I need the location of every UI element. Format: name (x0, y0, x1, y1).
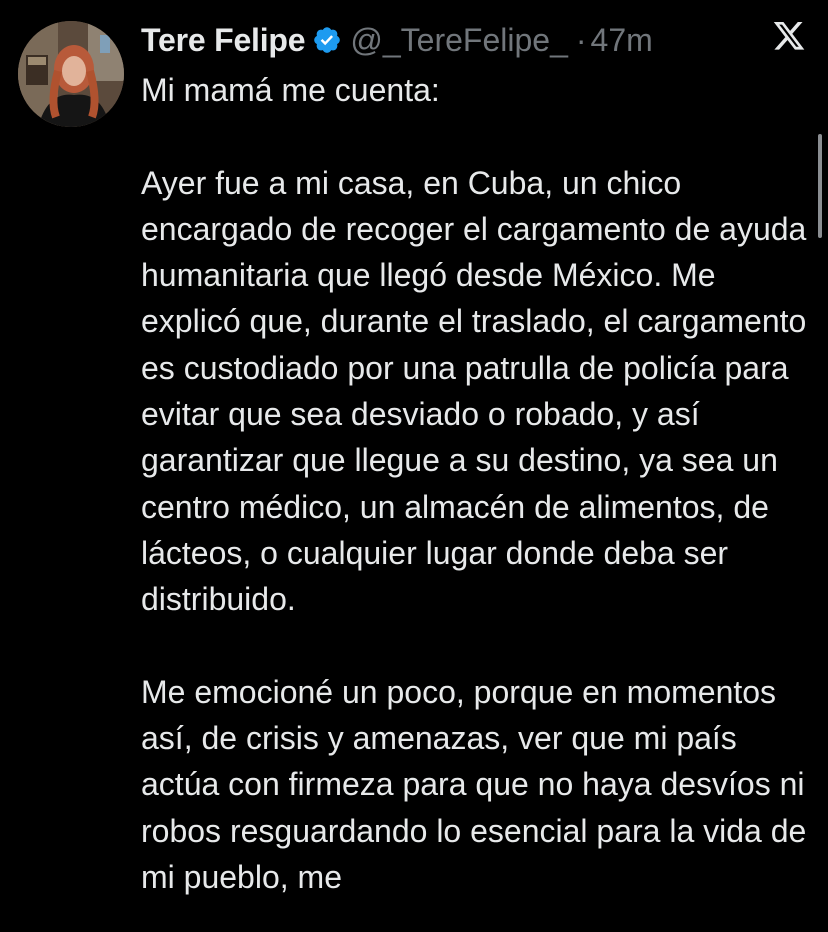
scrollbar-thumb[interactable] (818, 134, 822, 238)
author-handle[interactable]: @_TereFelipe_ (350, 22, 567, 59)
author-display-name[interactable]: Tere Felipe (141, 22, 306, 59)
tweet-text: Mi mamá me cuenta: Ayer fue a mi casa, e… (141, 67, 813, 900)
avatar[interactable] (18, 21, 124, 127)
tweet-paragraph: Ayer fue a mi casa, en Cuba, un chico en… (141, 164, 807, 618)
profile-photo (18, 21, 124, 127)
tweet-header: Tere Felipe @_TereFelipe_ · 47m (141, 18, 653, 62)
tweet-paragraph: Mi mamá me cuenta: (141, 72, 440, 108)
verified-badge-icon (312, 25, 342, 55)
tweet-timestamp[interactable]: 47m (591, 22, 653, 59)
tweet-paragraph: Me emocioné un poco, porque en momentos … (141, 673, 807, 896)
header-separator: · (575, 21, 587, 58)
x-logo-icon[interactable] (772, 22, 806, 54)
